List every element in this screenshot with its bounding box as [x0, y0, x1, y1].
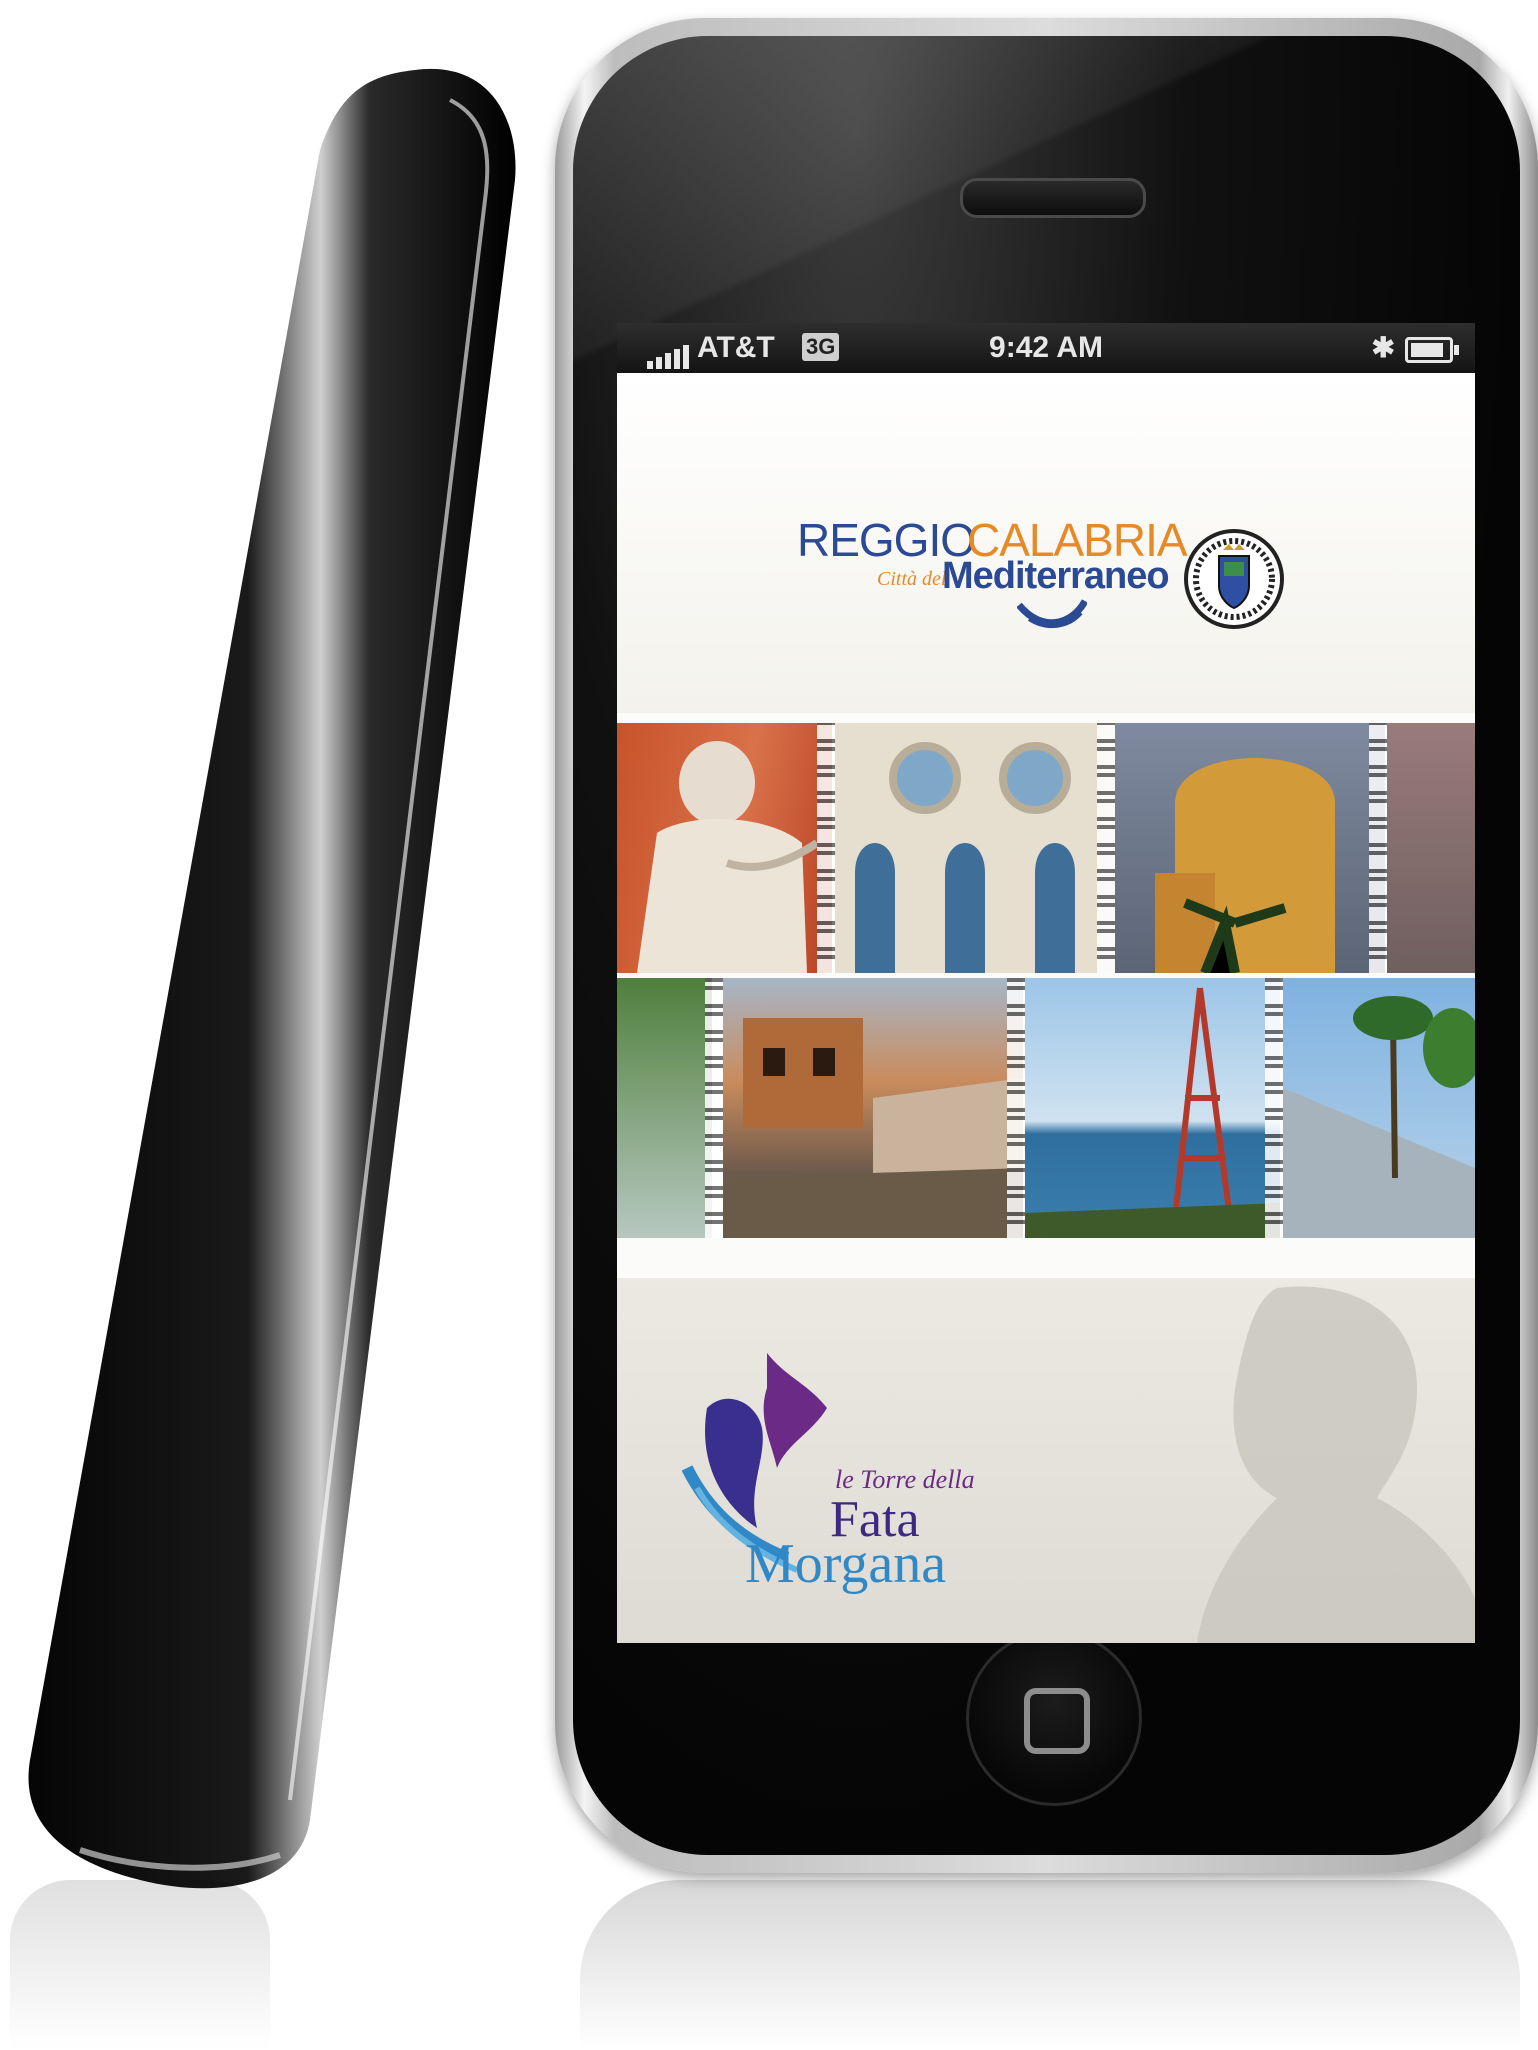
- photo-strip-2: [617, 978, 1475, 1238]
- side-phone-reflection: [10, 1880, 270, 2050]
- brand-tagline-prefix: Città del: [877, 568, 947, 590]
- status-bar: AT&T 3G 9:42 AM ✱: [617, 323, 1475, 373]
- greek-key-divider: [1097, 723, 1115, 973]
- bluetooth-icon: ✱: [1371, 332, 1395, 363]
- waterfall-photo: [617, 978, 712, 1238]
- battery-icon: [1405, 337, 1459, 363]
- side-phone-image: [28, 68, 516, 1889]
- brand-wave-icon: [1017, 599, 1087, 629]
- bronze-statue-image: [1197, 1286, 1475, 1643]
- greek-key-divider: [1007, 978, 1025, 1238]
- pylon-photo: [1025, 978, 1280, 1238]
- home-button-icon: [1024, 1688, 1090, 1754]
- home-button[interactable]: [966, 1630, 1142, 1806]
- statue-photo: [617, 723, 832, 973]
- sculpture-photo: [1387, 723, 1475, 973]
- brand-tagline-main: Mediterraneo: [942, 555, 1170, 597]
- fata-logo-second-text: Morgana: [745, 1533, 947, 1595]
- emblem-icon: [1184, 529, 1284, 629]
- seaside-village-photo: [723, 978, 1023, 1238]
- app-screen: REGGIO CALABRIA Città del Mediterraneo: [617, 373, 1475, 1643]
- greek-key-divider: [817, 723, 835, 973]
- photo-strip-1: [617, 723, 1475, 973]
- promenade-photo: [1283, 978, 1475, 1238]
- greek-key-divider: [1265, 978, 1283, 1238]
- greek-key-divider: [1369, 723, 1387, 973]
- castle-photo: [1115, 723, 1385, 973]
- phone-reflection: [580, 1880, 1520, 2049]
- earpiece-speaker: [960, 178, 1146, 218]
- gothic-window-photo: [835, 723, 1115, 973]
- greek-key-divider: [705, 978, 723, 1238]
- status-time: 9:42 AM: [989, 331, 1103, 364]
- header-banner: REGGIO CALABRIA Città del Mediterraneo: [617, 373, 1475, 713]
